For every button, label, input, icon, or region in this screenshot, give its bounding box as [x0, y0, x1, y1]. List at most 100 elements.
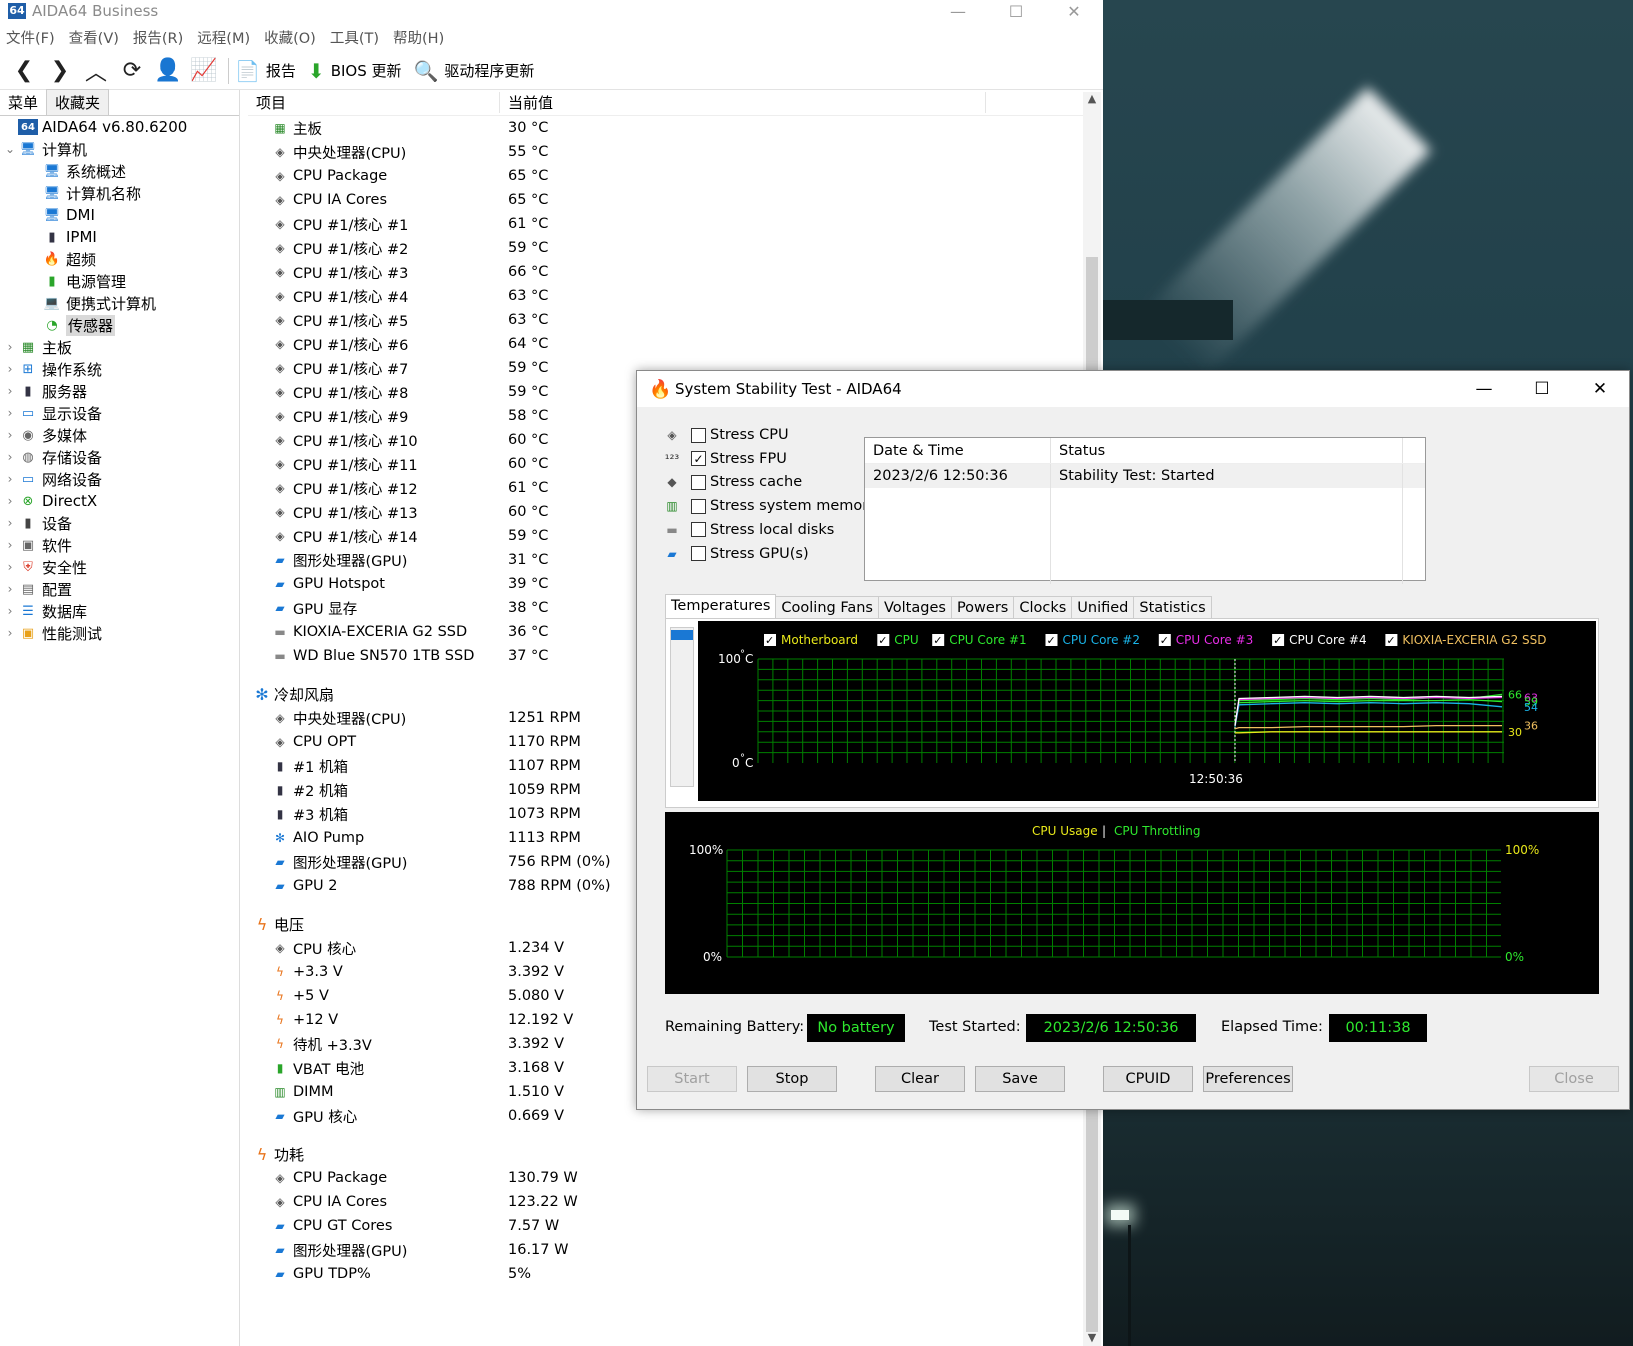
tree-item[interactable]: ⌄ 🖥 计算机 [0, 138, 239, 160]
chevron-right-icon[interactable]: › [2, 340, 18, 354]
sensor-row[interactable]: ◈ CPU IA Cores 65 °C [248, 188, 1083, 212]
menu-item[interactable]: 收藏(O) [264, 27, 316, 48]
tab-clocks[interactable]: Clocks [1013, 596, 1073, 619]
minimize-button[interactable]: — [1455, 379, 1513, 399]
status-row[interactable]: 2023/2/6 12:50:36 Stability Test: Starte… [865, 464, 1425, 488]
driver-update-button[interactable]: 🔍 驱动程序更新 [414, 59, 535, 83]
graph-selector-strip[interactable] [670, 627, 694, 787]
chevron-right-icon[interactable]: › [2, 494, 18, 508]
stress-option[interactable]: ¹²³ ✓ Stress FPU [661, 447, 787, 471]
tree-item[interactable]: › ▮ 服务器 [0, 380, 239, 402]
tree-item[interactable]: › ▤ 配置 [0, 578, 239, 600]
preferences-button[interactable]: Preferences [1203, 1066, 1293, 1092]
sensor-row[interactable]: ▦ 主板 30 °C [248, 116, 1083, 140]
checkbox[interactable] [691, 498, 706, 514]
minimize-button[interactable]: — [929, 2, 987, 21]
stop-button[interactable]: Stop [747, 1066, 837, 1092]
tree-item[interactable]: › ☰ 数据库 [0, 600, 239, 622]
sensor-row[interactable]: ▰ 图形处理器(GPU) 16.17 W [248, 1238, 1083, 1262]
chevron-right-icon[interactable]: › [2, 450, 18, 464]
cpuid-button[interactable]: CPUID [1103, 1066, 1193, 1092]
tree-item[interactable]: 🖥 DMI [0, 204, 239, 226]
tree-item[interactable]: 🖥 计算机名称 [0, 182, 239, 204]
tree-item[interactable]: › ▮ 设备 [0, 512, 239, 534]
forward-icon[interactable]: ❯ [42, 55, 78, 87]
tree-item[interactable]: › ⊗ DirectX [0, 490, 239, 512]
chevron-right-icon[interactable]: › [2, 560, 18, 574]
chevron-right-icon[interactable]: › [2, 362, 18, 376]
sensor-row[interactable]: ▰ GPU TDP% 5% [248, 1262, 1083, 1286]
tree-item[interactable]: 🔥 超频 [0, 248, 239, 270]
chevron-right-icon[interactable]: › [2, 384, 18, 398]
menu-item[interactable]: 报告(R) [133, 27, 183, 48]
chevron-right-icon[interactable]: › [2, 428, 18, 442]
close-button[interactable]: Close [1529, 1066, 1619, 1092]
tree-item[interactable]: 64 AIDA64 v6.80.6200 [0, 116, 239, 138]
chevron-right-icon[interactable]: › [2, 516, 18, 530]
tab-powers[interactable]: Powers [950, 596, 1015, 619]
sensor-row[interactable]: ◈ CPU #1/核心 #4 63 °C [248, 284, 1083, 308]
sensor-row[interactable]: ◈ CPU IA Cores 123.22 W [248, 1190, 1083, 1214]
back-icon[interactable]: ❮ [6, 55, 42, 87]
tab-statistics[interactable]: Statistics [1133, 596, 1212, 619]
tree-item[interactable]: 💻 便携式计算机 [0, 292, 239, 314]
up-icon[interactable]: ︿ [78, 55, 114, 87]
sensor-row[interactable]: ◈ CPU #1/核心 #3 66 °C [248, 260, 1083, 284]
user-icon[interactable]: 👤 [150, 55, 186, 87]
sensor-row[interactable]: ◈ CPU #1/核心 #6 64 °C [248, 332, 1083, 356]
tree-item[interactable]: › ◍ 存储设备 [0, 446, 239, 468]
tree-item[interactable]: › ▦ 主板 [0, 336, 239, 358]
tree-item[interactable]: ◔ 传感器 [0, 314, 239, 336]
tab-voltages[interactable]: Voltages [877, 596, 952, 619]
chevron-right-icon[interactable]: › [2, 406, 18, 420]
menu-item[interactable]: 帮助(H) [393, 27, 444, 48]
menu-item[interactable]: 查看(V) [69, 27, 119, 48]
tree-item[interactable]: › ⊞ 操作系统 [0, 358, 239, 380]
checkbox[interactable] [691, 546, 706, 561]
tree-item[interactable]: ▮ IPMI [0, 226, 239, 248]
column-value[interactable]: 当前值 [500, 92, 986, 113]
chevron-right-icon[interactable]: › [2, 626, 18, 640]
stress-option[interactable]: ◆ Stress cache [661, 470, 802, 494]
chart-icon[interactable]: 📈 [186, 55, 222, 87]
sensor-row[interactable]: ◈ CPU #1/核心 #5 63 °C [248, 308, 1083, 332]
sensor-row[interactable]: ◈ CPU Package 130.79 W [248, 1166, 1083, 1190]
scroll-down-icon[interactable]: ▼ [1083, 1331, 1101, 1344]
tree-item[interactable]: › ▣ 软件 [0, 534, 239, 556]
save-button[interactable]: Save [975, 1066, 1065, 1092]
sensor-row[interactable]: ◈ 中央处理器(CPU) 55 °C [248, 140, 1083, 164]
column-date-time[interactable]: Date & Time [865, 438, 1051, 463]
tab-menu[interactable]: 菜单 [0, 90, 47, 115]
report-button[interactable]: 📄 报告 [235, 59, 296, 83]
graph-selector-thumb[interactable] [671, 630, 693, 640]
sensor-row[interactable]: ◈ CPU #1/核心 #1 61 °C [248, 212, 1083, 236]
checkbox[interactable] [691, 522, 706, 538]
clear-button[interactable]: Clear [875, 1066, 965, 1092]
menu-item[interactable]: 工具(T) [330, 27, 379, 48]
tree-item[interactable]: › ⛨ 安全性 [0, 556, 239, 578]
chevron-right-icon[interactable]: › [2, 538, 18, 552]
start-button[interactable]: Start [647, 1066, 737, 1092]
tree-item[interactable]: ▮ 电源管理 [0, 270, 239, 292]
tab-temperatures[interactable]: Temperatures [665, 594, 777, 619]
checkbox[interactable] [691, 474, 706, 490]
sensor-row[interactable]: ◈ CPU #1/核心 #2 59 °C [248, 236, 1083, 260]
chevron-right-icon[interactable]: › [2, 582, 18, 596]
menu-item[interactable]: 远程(M) [197, 27, 250, 48]
maximize-button[interactable]: ☐ [1513, 379, 1571, 399]
tab-favorites[interactable]: 收藏夹 [46, 89, 110, 115]
maximize-button[interactable]: ☐ [987, 2, 1045, 21]
close-button[interactable]: ✕ [1045, 2, 1103, 21]
column-status[interactable]: Status [1051, 438, 1403, 463]
sensor-row[interactable]: ▰ CPU GT Cores 7.57 W [248, 1214, 1083, 1238]
menu-item[interactable]: 文件(F) [6, 27, 55, 48]
tab-unified[interactable]: Unified [1071, 596, 1135, 619]
bios-update-button[interactable]: ⬇ BIOS 更新 [308, 59, 402, 83]
tab-cooling-fans[interactable]: Cooling Fans [775, 596, 879, 619]
stress-option[interactable]: ▬ Stress local disks [661, 518, 834, 542]
sensor-row[interactable]: ◈ CPU Package 65 °C [248, 164, 1083, 188]
stress-option[interactable]: ◈ Stress CPU [661, 423, 788, 447]
chevron-right-icon[interactable]: › [2, 604, 18, 618]
checkbox-checked[interactable]: ✓ [691, 451, 706, 467]
stress-option[interactable]: ▰ Stress GPU(s) [661, 542, 808, 566]
